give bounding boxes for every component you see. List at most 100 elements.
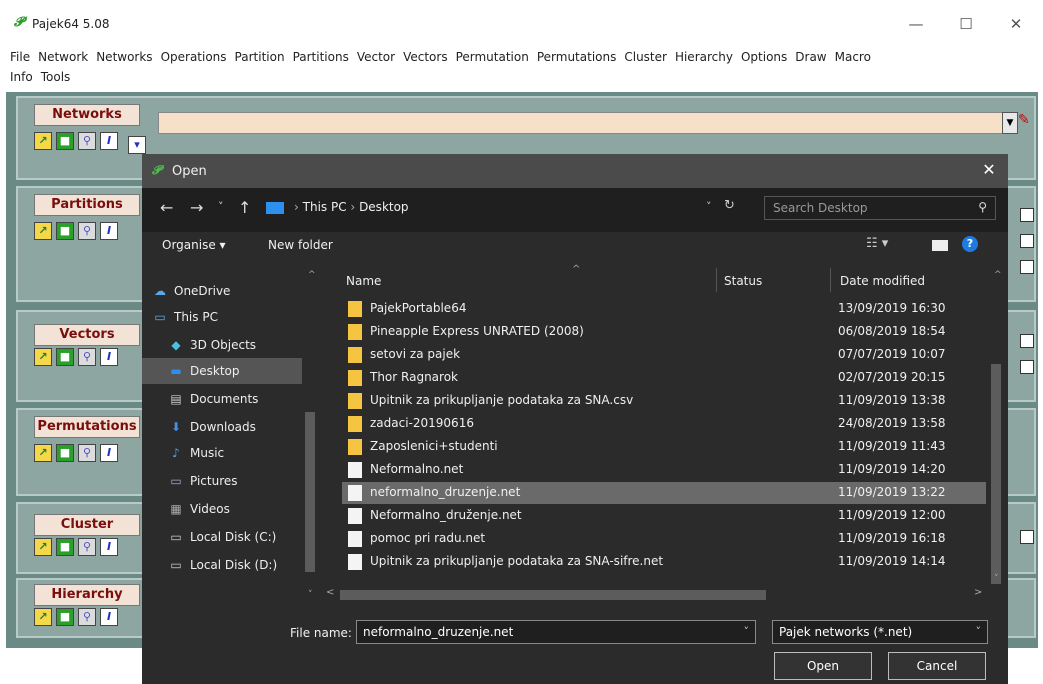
- open-folder-icon[interactable]: ↗: [34, 444, 52, 462]
- file-row[interactable]: pomoc pri radu.net 11/09/2019 16:18: [342, 528, 986, 550]
- scroll-right-icon[interactable]: >: [974, 587, 982, 598]
- sidebar-item-music[interactable]: ♪ Music: [168, 440, 224, 466]
- info-icon[interactable]: I: [100, 608, 118, 626]
- info-icon[interactable]: I: [100, 132, 118, 150]
- sidebar-item-pictures[interactable]: ▭ Pictures: [168, 468, 237, 494]
- save-icon[interactable]: ■: [56, 538, 74, 556]
- menu-permutations[interactable]: Permutations: [537, 50, 617, 64]
- pencil-icon[interactable]: ✎: [1018, 112, 1030, 128]
- scroll-down-icon[interactable]: ˅: [308, 590, 313, 600]
- magnifier-icon[interactable]: ⚲: [78, 222, 96, 240]
- magnifier-icon[interactable]: ⚲: [78, 348, 96, 366]
- preview-pane-icon[interactable]: [932, 240, 948, 251]
- menu-hierarchy[interactable]: Hierarchy: [675, 50, 733, 64]
- open-folder-icon[interactable]: ↗: [34, 348, 52, 366]
- sidebar-scrollbar-thumb[interactable]: [305, 412, 315, 572]
- scroll-left-icon[interactable]: <: [326, 587, 334, 598]
- chevron-down-icon[interactable]: ˅: [976, 625, 982, 638]
- chevron-down-icon[interactable]: ˅: [706, 200, 712, 213]
- save-icon[interactable]: ■: [56, 348, 74, 366]
- search-icon[interactable]: ⚲: [978, 200, 987, 214]
- menu-network[interactable]: Network: [38, 50, 88, 64]
- info-icon[interactable]: I: [100, 222, 118, 240]
- info-icon[interactable]: I: [100, 348, 118, 366]
- save-icon[interactable]: ■: [56, 444, 74, 462]
- cancel-button[interactable]: Cancel: [888, 652, 986, 680]
- file-name-value[interactable]: neformalno_druzenje.net: [363, 625, 513, 639]
- menu-macro[interactable]: Macro: [835, 50, 871, 64]
- menu-draw[interactable]: Draw: [795, 50, 826, 64]
- scroll-up-icon[interactable]: ^: [994, 270, 1002, 280]
- open-folder-icon[interactable]: ↗: [34, 222, 52, 240]
- close-button[interactable]: ✕: [996, 10, 1036, 38]
- file-row[interactable]: Pineapple Express UNRATED (2008) 06/08/20…: [342, 321, 986, 343]
- new-folder-button[interactable]: New folder: [268, 238, 333, 252]
- open-folder-icon[interactable]: ↗: [34, 538, 52, 556]
- menu-tools[interactable]: Tools: [41, 70, 71, 84]
- file-name-input[interactable]: neformalno_druzenje.net ˅: [356, 620, 756, 644]
- menu-vectors[interactable]: Vectors: [403, 50, 448, 64]
- menu-cluster[interactable]: Cluster: [624, 50, 667, 64]
- menu-file[interactable]: File: [10, 50, 30, 64]
- checkbox[interactable]: [1020, 208, 1034, 222]
- sidebar-item-3d-objects[interactable]: ◆ 3D Objects: [168, 332, 256, 358]
- menu-networks[interactable]: Networks: [96, 50, 152, 64]
- menu-permutation[interactable]: Permutation: [456, 50, 529, 64]
- column-divider[interactable]: [716, 268, 717, 292]
- sidebar-item-videos[interactable]: ▦ Videos: [168, 496, 230, 522]
- chevron-down-icon[interactable]: ˅: [744, 625, 750, 638]
- forward-arrow-icon[interactable]: →: [190, 198, 203, 217]
- breadcrumb-this-pc[interactable]: This PC: [303, 200, 347, 214]
- info-icon[interactable]: I: [100, 538, 118, 556]
- file-row[interactable]: Neformalno.net 11/09/2019 14:20: [342, 459, 986, 481]
- file-row[interactable]: Upitnik za prikupljanje podataka za SNA-…: [342, 551, 986, 573]
- file-type-value[interactable]: Pajek networks (*.net): [779, 625, 912, 639]
- search-input[interactable]: Search Desktop: [773, 201, 868, 215]
- menu-operations[interactable]: Operations: [161, 50, 227, 64]
- magnifier-icon[interactable]: ⚲: [78, 444, 96, 462]
- checkbox[interactable]: [1020, 360, 1034, 374]
- file-row[interactable]: Zaposlenici+studenti 11/09/2019 11:43: [342, 436, 986, 458]
- menu-partitions[interactable]: Partitions: [293, 50, 349, 64]
- info-icon[interactable]: I: [100, 444, 118, 462]
- scroll-up-icon[interactable]: ^: [308, 270, 316, 280]
- save-icon[interactable]: ■: [56, 608, 74, 626]
- up-arrow-icon[interactable]: ↑: [238, 198, 251, 217]
- checkbox[interactable]: [1020, 234, 1034, 248]
- column-date-modified[interactable]: Date modified: [840, 274, 925, 288]
- menu-vector[interactable]: Vector: [357, 50, 395, 64]
- sidebar-item-local-disk-d[interactable]: ▭ Local Disk (D:): [168, 552, 277, 578]
- file-row[interactable]: zadaci-20190616 24/08/2019 13:58: [342, 413, 986, 435]
- file-list-scrollbar-thumb[interactable]: [991, 364, 1001, 584]
- refresh-icon[interactable]: ↻: [724, 198, 735, 213]
- organise-button[interactable]: Organise ▾: [162, 238, 226, 252]
- horizontal-scrollbar-thumb[interactable]: [340, 590, 766, 600]
- file-row[interactable]: Upitnik za prikupljanje podataka za SNA.…: [342, 390, 986, 412]
- column-name[interactable]: Name: [346, 274, 381, 288]
- sidebar-item-documents[interactable]: ▤ Documents: [168, 386, 258, 412]
- open-button[interactable]: Open: [774, 652, 872, 680]
- sidebar-item-downloads[interactable]: ⬇ Downloads: [168, 414, 256, 440]
- dialog-close-button[interactable]: ✕: [974, 160, 1004, 182]
- column-divider[interactable]: [830, 268, 831, 292]
- magnifier-icon[interactable]: ⚲: [78, 608, 96, 626]
- checkbox[interactable]: [1020, 334, 1034, 348]
- sidebar-item-local-disk-c[interactable]: ▭ Local Disk (C:): [168, 524, 276, 550]
- file-type-select[interactable]: Pajek networks (*.net) ˅: [772, 620, 988, 644]
- menu-options[interactable]: Options: [741, 50, 787, 64]
- breadcrumb-desktop[interactable]: Desktop: [359, 200, 409, 214]
- view-options-icon[interactable]: ☷ ▾: [866, 236, 888, 251]
- magnifier-icon[interactable]: ⚲: [78, 132, 96, 150]
- file-row[interactable]: neformalno_druzenje.net 11/09/2019 13:22: [342, 482, 986, 504]
- search-box[interactable]: Search Desktop ⚲: [764, 196, 996, 220]
- column-status[interactable]: Status: [724, 274, 762, 288]
- sidebar-item-this-pc[interactable]: ▭ This PC: [152, 304, 218, 330]
- file-row[interactable]: PajekPortable64 13/09/2019 16:30: [342, 298, 986, 320]
- magnifier-icon[interactable]: ⚲: [78, 538, 96, 556]
- minimize-button[interactable]: —: [896, 10, 936, 38]
- chevron-down-icon[interactable]: ˅: [218, 200, 224, 213]
- sidebar-item-desktop[interactable]: ▬ Desktop: [142, 358, 302, 384]
- save-icon[interactable]: ■: [56, 222, 74, 240]
- open-folder-icon[interactable]: ↗: [34, 132, 52, 150]
- file-row[interactable]: setovi za pajek 07/07/2019 10:07: [342, 344, 986, 366]
